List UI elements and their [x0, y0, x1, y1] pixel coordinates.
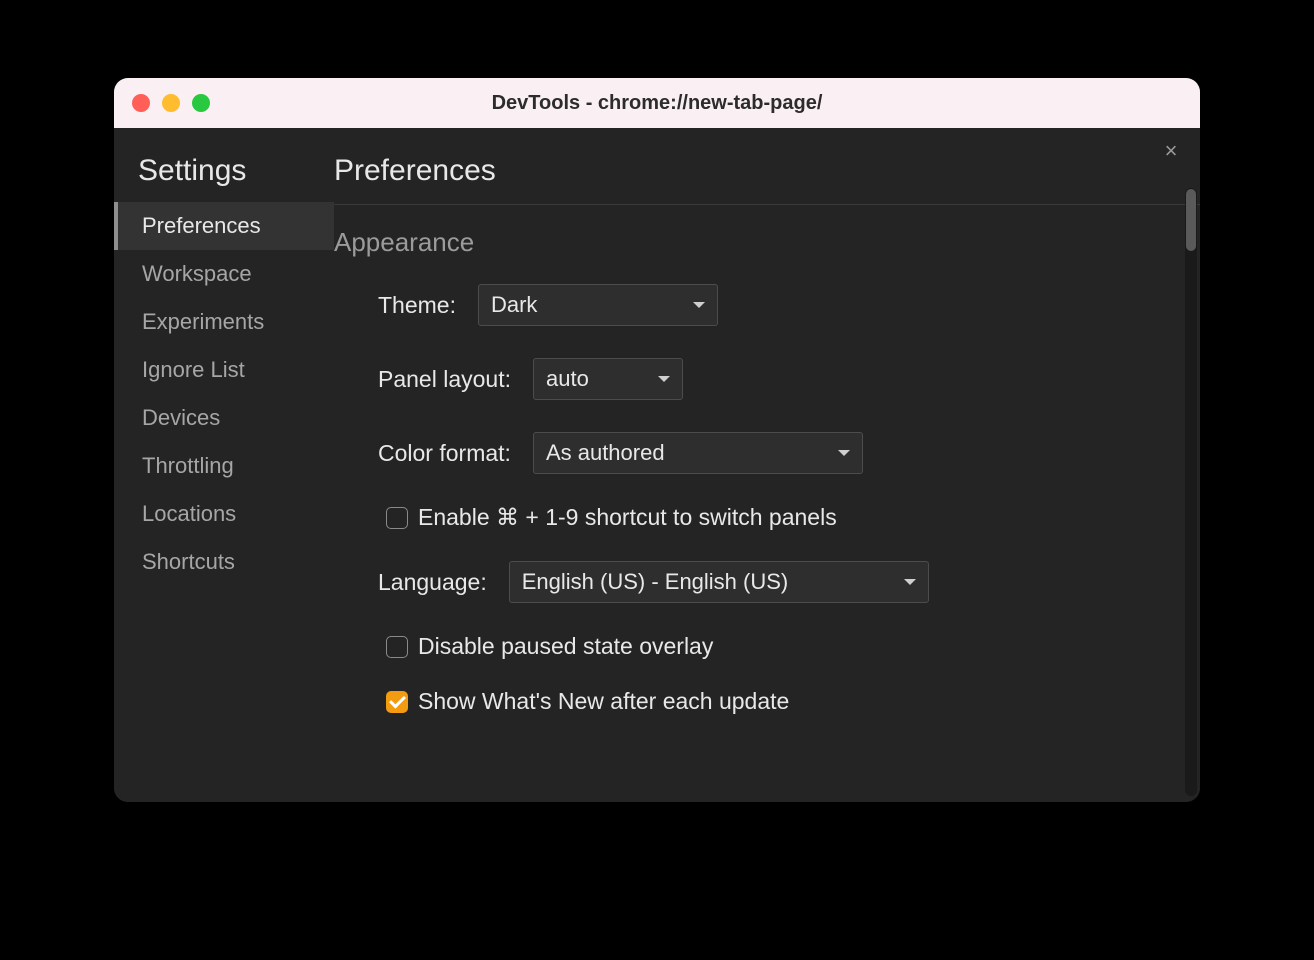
sidebar-item-label: Devices — [142, 405, 220, 431]
panel-layout-value: auto — [546, 366, 589, 392]
chevron-down-icon — [838, 450, 850, 456]
enable-shortcut-checkbox[interactable] — [386, 507, 408, 529]
sidebar-item-devices[interactable]: Devices — [114, 394, 334, 442]
scrollbar-thumb[interactable] — [1186, 189, 1196, 251]
sidebar-item-throttling[interactable]: Throttling — [114, 442, 334, 490]
row-color-format: Color format: As authored — [378, 424, 1180, 482]
settings-content: × Settings Preferences Workspace Experim… — [114, 128, 1200, 802]
window-title: DevTools - chrome://new-tab-page/ — [114, 92, 1200, 115]
chevron-down-icon — [693, 302, 705, 308]
row-enable-shortcut: Enable ⌘ + 1-9 shortcut to switch panels — [386, 498, 1180, 537]
sidebar-item-locations[interactable]: Locations — [114, 490, 334, 538]
enable-shortcut-label: Enable ⌘ + 1-9 shortcut to switch panels — [418, 504, 837, 531]
sidebar-item-experiments[interactable]: Experiments — [114, 298, 334, 346]
sidebar-item-label: Preferences — [142, 213, 261, 239]
row-disable-overlay: Disable paused state overlay — [386, 627, 1180, 666]
devtools-settings-window: DevTools - chrome://new-tab-page/ × Sett… — [114, 78, 1200, 802]
sidebar-item-label: Workspace — [142, 261, 252, 287]
language-value: English (US) - English (US) — [522, 569, 789, 595]
theme-value: Dark — [491, 292, 537, 318]
window-minimize-button[interactable] — [162, 94, 180, 112]
disable-overlay-checkbox[interactable] — [386, 636, 408, 658]
sidebar-item-label: Throttling — [142, 453, 234, 479]
theme-select[interactable]: Dark — [478, 284, 718, 326]
row-show-whats-new: Show What's New after each update — [386, 682, 1180, 721]
theme-label: Theme: — [378, 292, 456, 319]
show-whats-new-checkbox[interactable] — [386, 691, 408, 713]
section-title-appearance: Appearance — [334, 205, 1180, 276]
row-panel-layout: Panel layout: auto — [378, 350, 1180, 408]
color-format-select[interactable]: As authored — [533, 432, 863, 474]
sidebar-item-workspace[interactable]: Workspace — [114, 250, 334, 298]
chevron-down-icon — [904, 579, 916, 585]
window-titlebar: DevTools - chrome://new-tab-page/ — [114, 78, 1200, 128]
row-theme: Theme: Dark — [378, 276, 1180, 334]
row-language: Language: English (US) - English (US) — [378, 553, 1180, 611]
panel-layout-label: Panel layout: — [378, 366, 511, 393]
settings-sidebar: Settings Preferences Workspace Experimen… — [114, 128, 334, 802]
language-select[interactable]: English (US) - English (US) — [509, 561, 929, 603]
sidebar-item-label: Locations — [142, 501, 236, 527]
window-close-button[interactable] — [132, 94, 150, 112]
preferences-panel: Appearance Theme: Dark Panel layout: aut… — [334, 205, 1200, 721]
color-format-label: Color format: — [378, 440, 511, 467]
sidebar-item-shortcuts[interactable]: Shortcuts — [114, 538, 334, 586]
window-zoom-button[interactable] — [192, 94, 210, 112]
scrollbar[interactable] — [1185, 188, 1197, 796]
panel-layout-select[interactable]: auto — [533, 358, 683, 400]
sidebar-title: Settings — [114, 148, 334, 202]
sidebar-item-label: Shortcuts — [142, 549, 235, 575]
show-whats-new-label: Show What's New after each update — [418, 688, 789, 715]
sidebar-item-ignore-list[interactable]: Ignore List — [114, 346, 334, 394]
settings-main-panel: Preferences Appearance Theme: Dark Panel… — [334, 128, 1200, 802]
page-title: Preferences — [334, 148, 1200, 204]
sidebar-item-preferences[interactable]: Preferences — [114, 202, 334, 250]
sidebar-item-label: Ignore List — [142, 357, 245, 383]
sidebar-item-label: Experiments — [142, 309, 264, 335]
window-traffic-lights — [132, 94, 210, 112]
color-format-value: As authored — [546, 440, 665, 466]
chevron-down-icon — [658, 376, 670, 382]
disable-overlay-label: Disable paused state overlay — [418, 633, 713, 660]
language-label: Language: — [378, 569, 487, 596]
